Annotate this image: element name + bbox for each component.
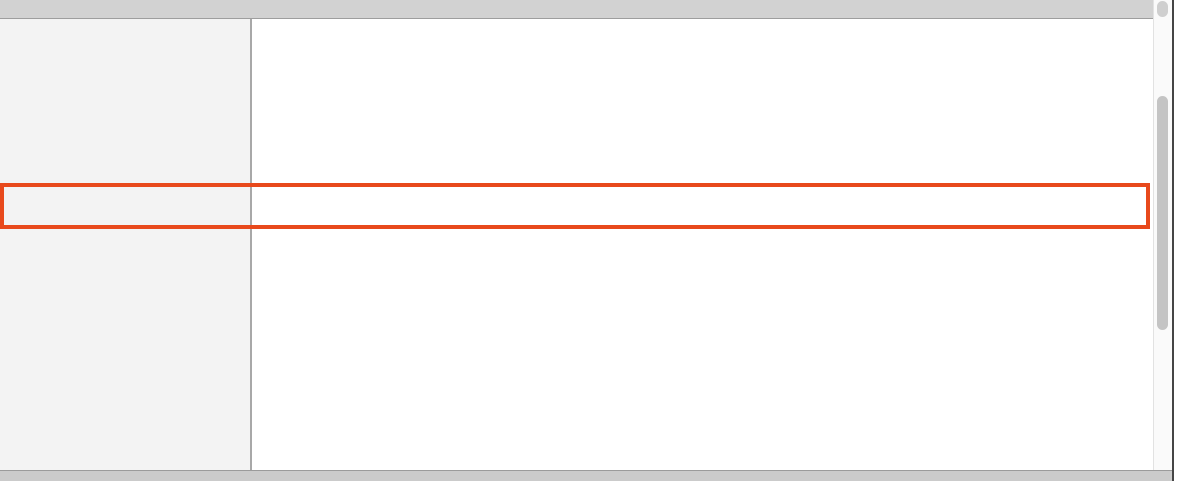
vertical-scrollbar-thumb[interactable]: [1157, 96, 1168, 330]
right-sidebar: [1174, 0, 1200, 481]
vertical-scrollbar-top-thumb[interactable]: [1157, 1, 1168, 17]
horizontal-scrollbar[interactable]: [0, 470, 1172, 481]
process-title[interactable]: [8, 0, 14, 18]
panel-divider[interactable]: [250, 18, 252, 470]
trace-viewer: [0, 0, 1200, 481]
track-label-panel: [0, 18, 250, 470]
process-header[interactable]: [0, 0, 1153, 19]
